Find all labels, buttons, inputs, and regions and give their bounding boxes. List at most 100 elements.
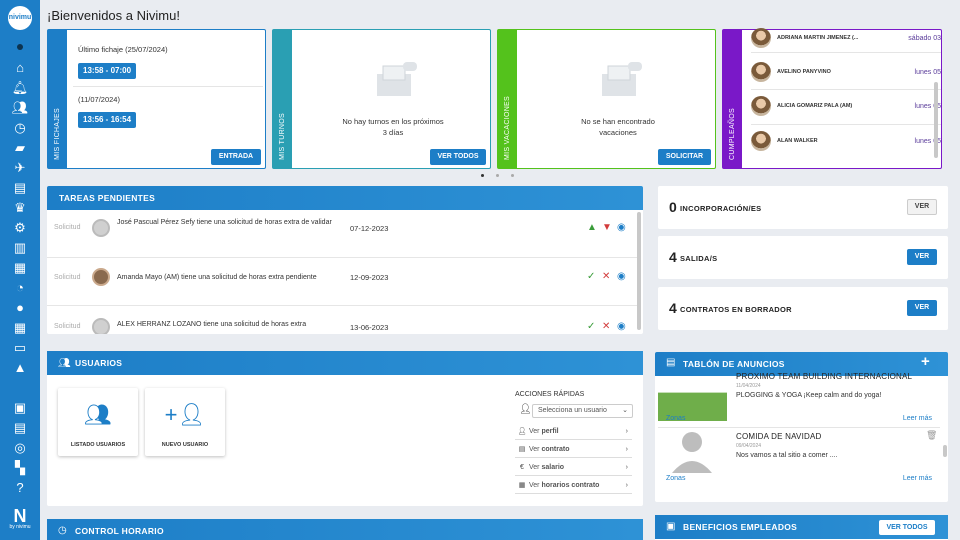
clock-icon[interactable]: ◷ bbox=[10, 118, 30, 138]
clipboard-icon[interactable]: ▥ bbox=[10, 238, 30, 258]
euro-icon: € bbox=[520, 464, 524, 471]
gift-icon[interactable]: ▣ bbox=[10, 398, 30, 418]
anuncio-title: COMIDA DE NAVIDAD bbox=[736, 432, 822, 441]
message-icon[interactable]: ▤ bbox=[10, 418, 30, 438]
briefcase-icon[interactable]: ▰ bbox=[10, 138, 30, 158]
anuncio-item[interactable]: COMIDA DE NAVIDAD 09/04/2024 Nos vamos a… bbox=[658, 429, 940, 489]
anuncio-item[interactable]: PROXIMO TEAM BUILDING INTERNACIONAL 11/0… bbox=[658, 372, 940, 426]
quick-actions-title: ACCIONES RÁPIDAS bbox=[515, 391, 585, 398]
user-icon: 👤︎ bbox=[517, 428, 527, 435]
carousel-dot[interactable] bbox=[496, 174, 499, 177]
anuncio-date: 09/04/2024 bbox=[736, 443, 762, 449]
check-icon[interactable]: ✓ bbox=[587, 322, 595, 332]
eye-icon[interactable]: ◉ bbox=[617, 223, 626, 233]
folder-icon[interactable]: ▭ bbox=[10, 338, 30, 358]
task-row[interactable]: Solicitud ALEX HERRANZ LOZANO tiene una … bbox=[47, 306, 637, 334]
birthday-row[interactable]: ADRIANA MARTIN JIMENEZ (... sábado 03 bbox=[751, 27, 941, 49]
leer-mas-link[interactable]: Leer más bbox=[903, 415, 932, 422]
last-fichaje-time[interactable]: 13:58 - 07:00 bbox=[78, 63, 137, 79]
page-title: ¡Bienvenidos a Nivimu! bbox=[47, 8, 180, 23]
trash-icon[interactable]: 🗑︎ bbox=[926, 430, 937, 441]
usuarios-header: USUARIOS bbox=[47, 351, 643, 375]
nivimu-logo[interactable]: nivimu bbox=[8, 6, 32, 30]
tablon-scrollbar[interactable] bbox=[943, 445, 947, 457]
close-icon[interactable]: ✕ bbox=[602, 272, 610, 282]
cumpleanos-scrollbar[interactable] bbox=[934, 82, 938, 158]
task-row[interactable]: Solicitud José Pascual Pérez Sefy tiene … bbox=[47, 210, 637, 258]
stat-label: CONTRATOS EN BORRADOR bbox=[680, 305, 792, 314]
add-anuncio-button[interactable]: + bbox=[921, 353, 930, 370]
gear-icon[interactable]: ⚙ bbox=[10, 218, 30, 238]
ver-todos-turnos-button[interactable]: VER TODOS bbox=[430, 149, 486, 165]
document-icon[interactable]: ▦ bbox=[10, 258, 30, 278]
eye-icon[interactable]: ◉ bbox=[617, 272, 626, 282]
anuncio-tag[interactable]: Zonas bbox=[666, 415, 685, 422]
people-icon[interactable]: 👥︎ bbox=[10, 98, 30, 118]
bell-icon[interactable]: 🔔︎ bbox=[10, 78, 30, 98]
solicitar-button[interactable]: SOLICITAR bbox=[658, 149, 711, 165]
task-date: 13-06-2023 bbox=[350, 323, 389, 332]
thumbs-down-icon[interactable]: ▼ bbox=[602, 223, 612, 233]
anuncio-body: Nos vamos a tal sitio a comer .... bbox=[736, 452, 838, 459]
trophy-icon[interactable]: ♛ bbox=[10, 198, 30, 218]
leer-mas-link[interactable]: Leer más bbox=[903, 475, 932, 482]
anuncio-tag[interactable]: Zonas bbox=[666, 475, 685, 482]
placeholder-person-icon bbox=[672, 432, 712, 473]
avatar bbox=[751, 62, 771, 82]
nuevo-usuario-tile[interactable]: +👤︎ NUEVO USUARIO bbox=[145, 388, 225, 456]
ver-contrato-action[interactable]: ▤ Ver contrato › bbox=[515, 441, 632, 458]
table-icon[interactable]: ▦ bbox=[10, 318, 30, 338]
tareas-scrollbar[interactable] bbox=[637, 212, 641, 330]
carousel-dot-active[interactable] bbox=[481, 174, 484, 177]
avatar bbox=[92, 318, 110, 334]
grid-icon[interactable]: ▚ bbox=[10, 458, 30, 478]
birthday-row[interactable]: AVELINO PANYVINO lunes 05 bbox=[751, 61, 941, 83]
check-icon[interactable]: ✓ bbox=[587, 272, 595, 282]
plane-icon[interactable]: ✈ bbox=[10, 158, 30, 178]
target-icon[interactable]: ◎ bbox=[10, 438, 30, 458]
user-select[interactable]: Selecciona un usuario ⌄ bbox=[532, 404, 633, 418]
ver-salario-action[interactable]: € Ver salario › bbox=[515, 459, 632, 476]
entrada-button[interactable]: ENTRADA bbox=[211, 149, 261, 165]
eye-icon[interactable]: ◉ bbox=[617, 322, 626, 332]
last-fichaje-label: Último fichaje (25/07/2024) bbox=[78, 45, 168, 54]
action-prefix: Ver bbox=[529, 482, 540, 489]
users-icon: 👥︎ bbox=[58, 358, 71, 369]
graduation-cap-icon[interactable]: ▲ bbox=[10, 358, 30, 378]
close-icon[interactable]: ✕ bbox=[602, 322, 610, 332]
divider bbox=[751, 52, 941, 53]
salidas-card: 4 SALIDA/S VER bbox=[658, 236, 948, 279]
divider bbox=[751, 124, 941, 125]
ver-horarios-action[interactable]: ▦ Ver horarios contrato › bbox=[515, 477, 632, 494]
thumbs-up-icon[interactable]: ▲ bbox=[587, 223, 597, 233]
chart-pie-icon[interactable]: ◔ bbox=[10, 278, 30, 298]
avatar bbox=[92, 219, 110, 237]
chat-icon[interactable]: ● bbox=[10, 298, 30, 318]
action-label: contrato bbox=[541, 446, 570, 453]
chevron-right-icon: › bbox=[625, 446, 628, 453]
prev-fichaje-time[interactable]: 13:56 - 16:54 bbox=[78, 112, 137, 128]
birthday-row[interactable]: ALICIA GOMARIZ PALA (AM) lunes 05 bbox=[751, 95, 941, 117]
ver-contratos-button[interactable]: VER bbox=[907, 300, 937, 316]
listado-usuarios-tile[interactable]: 👥︎ LISTADO USUARIOS bbox=[58, 388, 138, 456]
birthday-row[interactable]: ALAN WALKER lunes 05 bbox=[751, 130, 941, 152]
task-type: Solicitud bbox=[54, 224, 81, 231]
carousel-dot[interactable] bbox=[511, 174, 514, 177]
home-icon[interactable]: ⌂ bbox=[10, 58, 30, 78]
ver-incorporaciones-button[interactable]: VER bbox=[907, 199, 937, 215]
tile-label: LISTADO USUARIOS bbox=[70, 442, 126, 448]
task-row[interactable]: Solicitud Amanda Mayo (AM) tiene una sol… bbox=[47, 258, 637, 306]
id-card-icon[interactable]: ▤ bbox=[10, 178, 30, 198]
chevron-right-icon: › bbox=[625, 428, 628, 435]
usuarios-title: USUARIOS bbox=[75, 358, 123, 368]
ver-perfil-action[interactable]: 👤︎ Ver perfil › bbox=[515, 423, 632, 440]
help-icon[interactable]: ? bbox=[10, 478, 30, 498]
birthday-date: lunes 05 bbox=[914, 68, 941, 76]
stat-label: SALIDA/S bbox=[680, 254, 718, 263]
sidebar: nivimu ⌂ 🔔︎ 👥︎ ◷ ▰ ✈ ▤ ♛ ⚙ ▥ ▦ ◔ ● ▦ ▭ ▲… bbox=[0, 0, 40, 540]
ver-todos-beneficios-button[interactable]: VER TODOS bbox=[879, 520, 935, 535]
user-select-value: Selecciona un usuario bbox=[538, 407, 607, 414]
ver-salidas-button[interactable]: VER bbox=[907, 249, 937, 265]
tareas-card: TAREAS PENDIENTES Solicitud José Pascual… bbox=[47, 186, 643, 334]
document-icon: ▤ bbox=[518, 446, 526, 453]
